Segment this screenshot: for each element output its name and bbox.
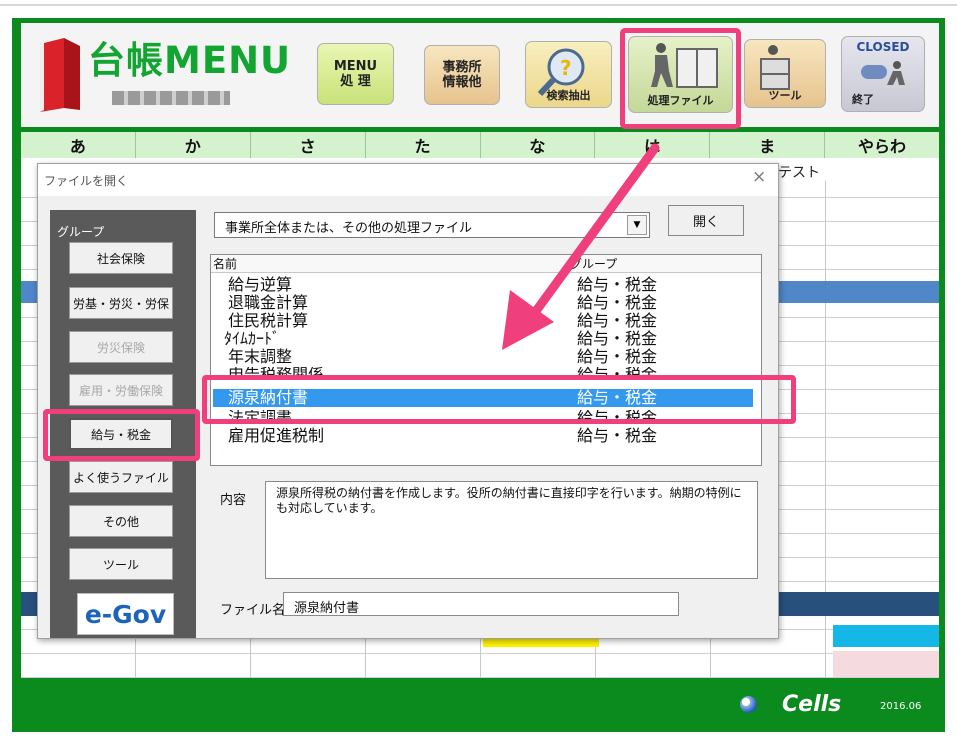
office-info-button[interactable]: 事務所 情報他: [424, 45, 500, 105]
menu-label-line1: MENU: [333, 59, 378, 74]
footer-brand: Cells: [782, 692, 842, 717]
grid-cell-cyan: [833, 625, 939, 647]
column-name-header[interactable]: 名前: [213, 255, 237, 272]
description-box[interactable]: 源泉所得税の納付書を作成します。役所の納付書に直接印字を行います。納期の特例にも…: [265, 481, 758, 579]
cells-logo-icon: [740, 696, 757, 713]
search-extract-button[interactable]: ? 検索抽出: [525, 41, 612, 108]
highlight-group-button: [43, 409, 200, 461]
top-divider: [0, 4, 957, 6]
user-name-blurred: [112, 91, 230, 105]
file-name: 雇用促進税制: [228, 426, 325, 445]
list-item[interactable]: 雇用促進税制 給与・税金: [211, 428, 756, 444]
app-title: 台帳MENU: [88, 39, 292, 82]
egov-link[interactable]: e-Gov: [77, 593, 174, 635]
closed-label: CLOSED: [856, 40, 910, 54]
file-group: 給与・税金: [577, 426, 658, 445]
tab-ka[interactable]: か: [136, 132, 251, 158]
tab-ma[interactable]: ま: [710, 132, 826, 158]
closed-exit-button[interactable]: CLOSED 終了: [841, 36, 925, 112]
description-label: 内容: [220, 493, 247, 508]
office-label-line1: 事務所: [442, 60, 482, 75]
group-tool-button[interactable]: ツール: [69, 548, 173, 580]
tab-sa[interactable]: さ: [251, 132, 366, 158]
exit-label: 終了: [852, 93, 874, 106]
grid-cell-text[interactable]: テスト: [778, 162, 820, 182]
footer-version: 2016.06: [880, 701, 922, 712]
highlight-selected-row: [202, 375, 796, 424]
group-koyo-button[interactable]: 雇用・労働保険: [69, 374, 173, 406]
file-name: 給与逆算: [228, 275, 293, 294]
file-name: 年末調整: [228, 347, 293, 366]
dialog-title: ファイルを開く: [44, 174, 129, 188]
book-logo-icon: [40, 38, 80, 112]
tool-label: ツール: [768, 89, 802, 102]
group-rosai-button[interactable]: 労災保険: [69, 331, 173, 363]
file-name: 住民税計算: [228, 311, 309, 330]
group-favorites-button[interactable]: よく使うファイル: [69, 461, 173, 493]
filename-input[interactable]: 源泉納付書: [283, 592, 679, 616]
file-name: 退職金計算: [228, 293, 309, 312]
highlight-files-button: [620, 28, 741, 129]
office-label-line2: 情報他: [442, 75, 482, 90]
guide-arrow-icon: [502, 143, 660, 350]
search-label: 検索抽出: [546, 89, 591, 102]
svg-text:?: ?: [560, 56, 572, 80]
menu-process-button[interactable]: MENU 処 理: [317, 43, 394, 105]
tab-ta[interactable]: た: [366, 132, 481, 158]
tab-a[interactable]: あ: [21, 132, 136, 158]
kana-tabs: あ か さ た な は ま やらわ: [21, 132, 939, 158]
group-label: グループ: [57, 225, 105, 239]
menu-label-line2: 処 理: [340, 74, 371, 89]
grid-cell-pink: [833, 651, 939, 677]
tab-yarawa[interactable]: やらわ: [825, 132, 939, 158]
filename-label: ファイル名: [220, 603, 286, 618]
close-icon[interactable]: ×: [752, 167, 766, 187]
door-exit-icon: [861, 61, 905, 85]
group-shakai-hoken-button[interactable]: 社会保険: [69, 242, 173, 274]
file-name: ﾀｲﾑｶｰﾄﾞ: [224, 329, 281, 348]
group-other-button[interactable]: その他: [69, 505, 173, 537]
tools-icon: [760, 45, 790, 90]
tool-button[interactable]: ツール: [744, 39, 826, 108]
group-roki-button[interactable]: 労基・労災・労保: [69, 287, 173, 319]
